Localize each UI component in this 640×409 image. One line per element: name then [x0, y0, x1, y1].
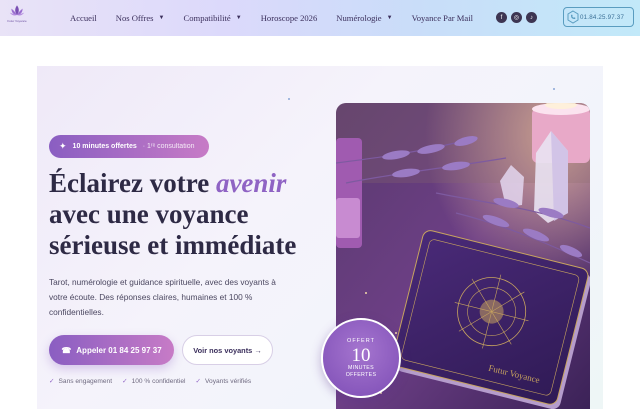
sparkle-dot [553, 88, 555, 90]
nav-item-voyance-mail[interactable]: Voyance Par Mail [412, 13, 473, 23]
instagram-icon[interactable]: ◎ [511, 12, 522, 23]
social-links: f ◎ ♪ [496, 12, 537, 23]
call-button[interactable]: ☎ Appeler 01 84 25 97 37 [49, 335, 174, 365]
hero-lead: Tarot, numérologie et guidance spirituel… [49, 277, 276, 317]
hero-title: Éclairez votre avenir avec une voyance s… [49, 168, 319, 261]
nav-label: Nos Offres [115, 13, 154, 23]
sparkle-icon: ✦ [59, 141, 67, 151]
title-accent: avenir [215, 168, 287, 198]
phone-button[interactable]: 01.84.25.97.37 [563, 7, 634, 27]
offer-line4: OFFERTES [345, 371, 377, 378]
nav-label: Horoscope 2026 [260, 13, 318, 23]
title-part1: Éclairez votre [49, 168, 216, 198]
trust-list: ✓ Sans engagement ✓ 100 % confidentiel ✓ Vo… [49, 377, 251, 385]
phone-number: 01.84.25.97.37 [580, 13, 625, 21]
offer-circle-badge: OFFERT 10 MINUTES OFFERTES [321, 318, 401, 398]
badge-sub-text: · 1ʳᵉ consultation [142, 143, 195, 150]
nav-label: Numérologie [336, 13, 382, 23]
offer-line3: MINUTES [348, 364, 374, 371]
check-icon: ✓ [195, 378, 202, 385]
see-psychics-label: Voir nos voyants → [193, 345, 262, 355]
site-logo[interactable]: Futur Voyance [4, 4, 30, 32]
nav-item-compatibilite[interactable]: Compatibilité ▼ [183, 13, 241, 23]
chevron-down-icon: ▼ [158, 15, 165, 21]
nav-label: Voyance Par Mail [411, 13, 474, 23]
top-navbar: Futur Voyance Accueil Nos Offres ▼ Compat… [0, 0, 640, 36]
trust-item: ✓ Voyants vérifiés [195, 377, 251, 385]
check-icon: ✓ [122, 378, 128, 385]
offer-badge: ✦ 10 minutes offertes · 1ʳᵉ consultation [49, 135, 209, 158]
trust-item: ✓ Sans engagement [49, 377, 112, 385]
logo-text: Futur Voyance [7, 19, 27, 23]
call-button-label: Appeler 01 84 25 97 37 [76, 345, 162, 355]
tiktok-icon[interactable]: ♪ [526, 12, 537, 23]
nav-item-accueil[interactable]: Accueil [70, 13, 97, 23]
title-part2: avec une voyance sérieuse et immédiate [49, 199, 297, 260]
nav-item-numerologie[interactable]: Numérologie ▼ [336, 13, 392, 23]
sparkle-dot [288, 98, 290, 100]
nav-item-nos-offres[interactable]: Nos Offres ▼ [116, 13, 165, 23]
trust-label: Sans engagement [58, 378, 113, 385]
phone-icon [567, 10, 579, 24]
chevron-down-icon: ▼ [235, 15, 242, 21]
trust-label: Voyants vérifiés [205, 378, 252, 385]
main-menu: Accueil Nos Offres ▼ Compatibilité ▼ Horos… [70, 0, 473, 36]
nav-item-horoscope[interactable]: Horoscope 2026 [261, 13, 318, 23]
phone-icon: ☎ [61, 345, 72, 355]
trust-label: 100 % confidentiel [131, 378, 186, 385]
see-psychics-button[interactable]: Voir nos voyants → [182, 335, 273, 365]
offer-number: 10 [351, 344, 371, 366]
facebook-icon[interactable]: f [496, 12, 507, 23]
offer-line1: OFFERT [347, 337, 375, 344]
nav-label: Compatibilité [183, 13, 231, 23]
lotus-icon [9, 5, 25, 16]
badge-main-text: 10 minutes offertes [72, 143, 137, 150]
nav-label: Accueil [70, 13, 97, 23]
chevron-down-icon: ▼ [386, 15, 393, 21]
trust-item: ✓ 100 % confidentiel [122, 377, 185, 385]
check-icon: ✓ [49, 378, 55, 385]
